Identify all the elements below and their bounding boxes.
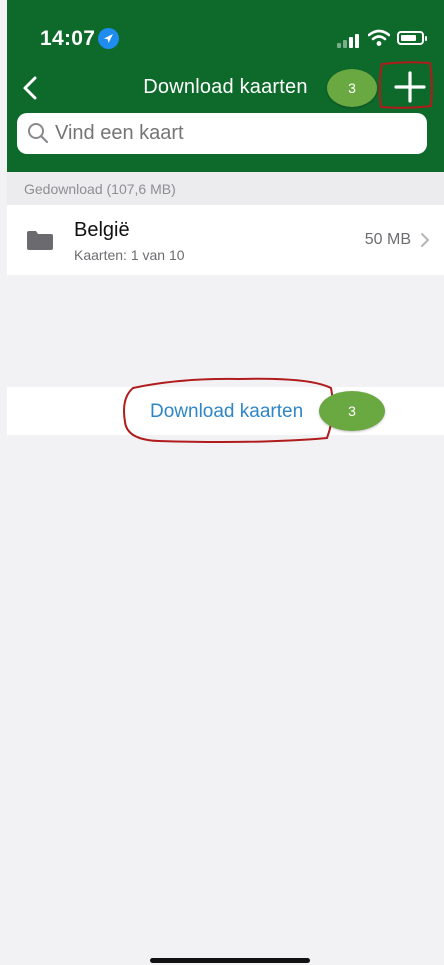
search-bar[interactable] xyxy=(17,113,427,154)
wifi-icon xyxy=(367,29,391,47)
highlight-annotation xyxy=(123,377,334,443)
section-header: Gedownload (107,6 MB) xyxy=(7,172,444,205)
battery-icon xyxy=(397,31,427,45)
search-input[interactable] xyxy=(55,113,415,154)
status-time: 14:07 xyxy=(40,27,96,50)
section-label: Gedownload (107,6 MB) xyxy=(24,181,176,197)
cellular-signal-icon xyxy=(337,34,361,48)
add-map-button[interactable] xyxy=(376,60,434,112)
location-arrow-icon xyxy=(98,28,119,49)
list-item-size: 50 MB xyxy=(364,231,411,248)
step-badge: 3 xyxy=(327,69,377,107)
list-item-subtitle: Kaarten: 1 van 10 xyxy=(74,247,185,263)
search-icon xyxy=(27,122,49,144)
chevron-right-icon xyxy=(420,232,430,248)
home-indicator xyxy=(150,958,310,963)
folder-icon xyxy=(27,231,53,250)
step-badge-secondary: 3 xyxy=(319,391,385,431)
list-item[interactable]: België Kaarten: 1 van 10 50 MB xyxy=(7,205,444,275)
list-item-title: België xyxy=(74,219,130,241)
